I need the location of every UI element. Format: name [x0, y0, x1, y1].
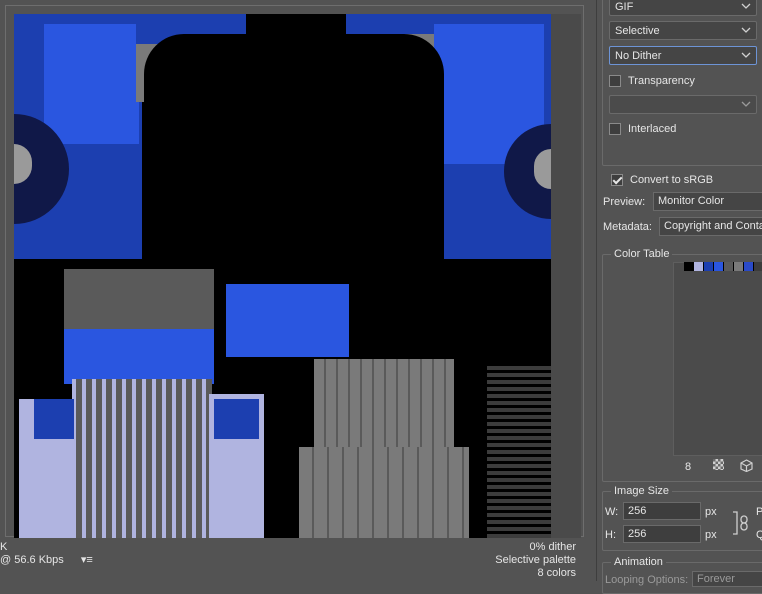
dither-dropdown[interactable]: No Dither [609, 46, 757, 65]
status-speed-label: @ 56.6 Kbps [0, 554, 64, 566]
color-swatch[interactable] [714, 262, 724, 271]
image-tile-silhouette [144, 34, 444, 274]
status-palette: Selective palette [495, 554, 576, 566]
image-tile-truck-hood [64, 329, 214, 384]
color-table-grid[interactable] [673, 262, 762, 456]
preview-dropdown[interactable]: Monitor Color [653, 192, 762, 211]
interlaced-checkbox[interactable]: Interlaced [609, 121, 676, 137]
width-unit: px [705, 506, 717, 518]
chevron-down-icon [741, 27, 751, 33]
interlaced-label: Interlaced [628, 123, 677, 135]
convert-srgb-label: Convert to sRGB [630, 174, 714, 186]
image-tile-cab [64, 269, 214, 329]
image-tile-grille-upper [314, 359, 454, 449]
preview-label: Preview: [603, 196, 646, 208]
status-dither: 0% dither [529, 541, 576, 553]
image-preview[interactable] [14, 14, 551, 538]
matte-dropdown[interactable] [609, 95, 757, 114]
image-tile-light-left [34, 399, 74, 439]
animation-title: Animation [611, 556, 666, 568]
image-tile-blue-square [226, 284, 349, 357]
width-input[interactable]: 256 [623, 502, 701, 520]
color-swatches[interactable] [684, 262, 762, 271]
chevron-down-icon [741, 101, 751, 107]
status-colors: 8 colors [537, 567, 576, 579]
height-unit: px [705, 529, 717, 541]
interlaced-box[interactable] [609, 123, 621, 135]
image-size-title: Image Size [611, 485, 673, 497]
height-label: H: [605, 529, 616, 541]
status-speed[interactable]: @ 56.6 Kbps ▾≡ [0, 554, 200, 567]
color-table-title: Color Table [611, 248, 673, 260]
color-swatch[interactable] [744, 262, 754, 271]
looping-label: Looping Options: [605, 574, 689, 586]
transparency-box[interactable] [609, 75, 621, 87]
convert-srgb-box[interactable] [611, 174, 623, 186]
color-swatch[interactable] [694, 262, 704, 271]
transparency-checkbox[interactable]: Transparency [609, 73, 695, 89]
chevron-down-icon [741, 52, 751, 58]
height-input[interactable]: 256 [623, 525, 701, 543]
color-swatch[interactable] [684, 262, 694, 271]
width-label: W: [605, 506, 619, 518]
quality-label: Q [756, 529, 762, 541]
transparency-label: Transparency [628, 75, 695, 87]
settings-panel: GIF Selective No Dither Transparency Int… [596, 0, 762, 594]
dither-value: No Dither [615, 50, 662, 62]
reduction-value: Selective [615, 25, 660, 37]
percent-label: P [756, 506, 762, 518]
color-count: 8 [685, 461, 692, 473]
metadata-dropdown[interactable]: Copyright and Conta [659, 217, 762, 236]
color-swatch[interactable] [734, 262, 744, 271]
looping-dropdown[interactable]: Forever [692, 571, 762, 587]
image-tile-tire [487, 364, 551, 538]
color-swatch[interactable] [704, 262, 714, 271]
status-size: K [0, 541, 8, 553]
speed-menu-icon[interactable]: ▾≡ [81, 554, 93, 566]
image-tile-highlight [44, 24, 139, 144]
link-icon[interactable] [731, 510, 753, 536]
preview-scrollbar[interactable] [551, 14, 581, 538]
chevron-down-icon [741, 3, 751, 9]
color-swatch[interactable] [724, 262, 734, 271]
preview-frame [5, 5, 584, 538]
color-swatch[interactable] [754, 262, 762, 271]
preview-area: K @ 56.6 Kbps ▾≡ 0% dither Selective pal… [0, 0, 590, 581]
image-tile-grille-lower [299, 447, 469, 538]
status-right: 0% dither Selective palette 8 colors [376, 541, 576, 580]
metadata-label: Metadata: [603, 221, 652, 233]
image-tile-light-right [214, 399, 259, 439]
web-snap-icon[interactable] [713, 459, 724, 470]
convert-srgb-checkbox[interactable]: Convert to sRGB [611, 172, 713, 188]
reduction-dropdown[interactable]: Selective [609, 21, 757, 40]
format-value: GIF [615, 1, 634, 13]
status-left: K @ 56.6 Kbps ▾≡ [0, 541, 200, 567]
format-dropdown[interactable]: GIF [609, 0, 757, 16]
image-tile-grille [72, 379, 212, 538]
cube-icon[interactable] [740, 459, 753, 472]
